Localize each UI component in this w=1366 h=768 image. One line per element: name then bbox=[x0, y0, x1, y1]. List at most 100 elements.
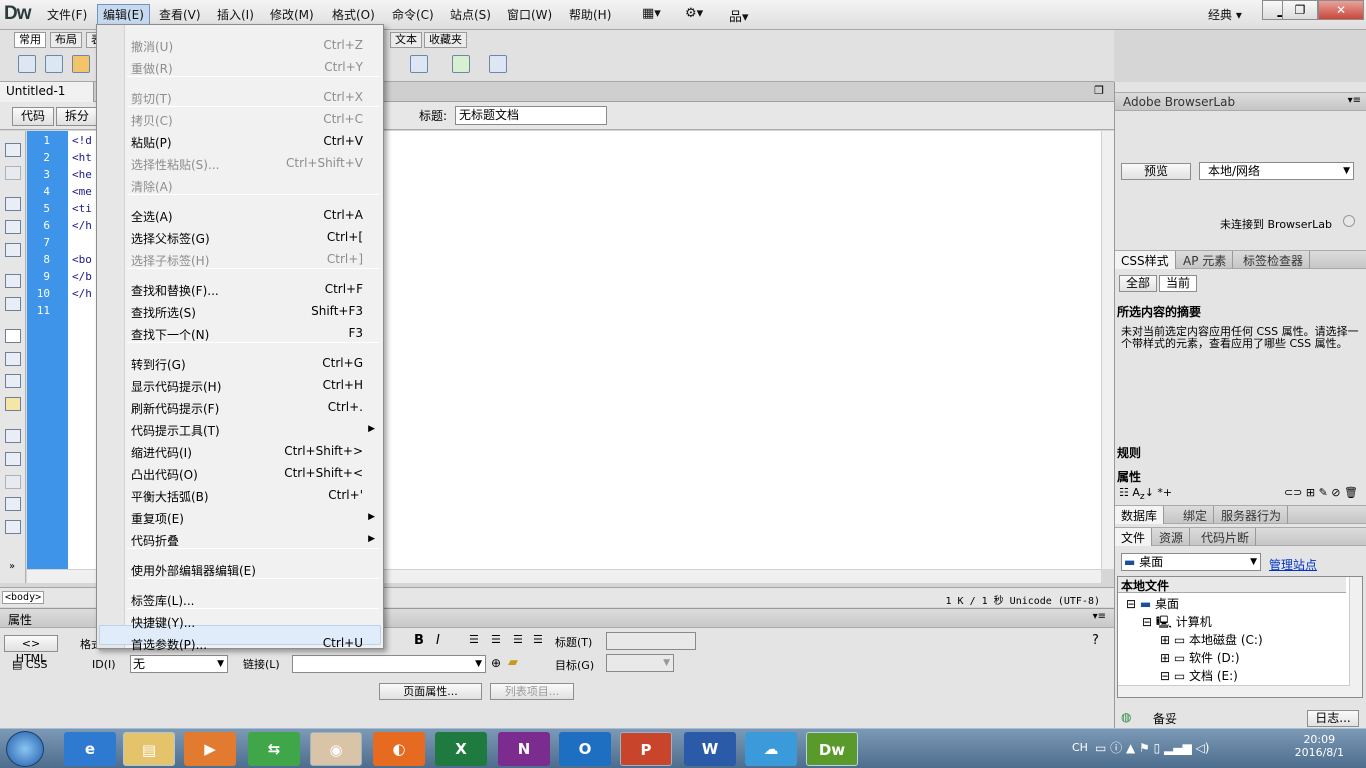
tray-icons[interactable]: ▭ ⓘ ▲ ⚑ ▯ ▂▄▆ ◁) bbox=[1095, 739, 1209, 756]
close-button[interactable]: ✕ bbox=[1318, 0, 1364, 20]
select-parent-tag-icon[interactable] bbox=[5, 274, 21, 288]
manage-sites-link[interactable]: 管理站点 bbox=[1269, 556, 1317, 573]
menu-view[interactable]: 查看(V) bbox=[159, 6, 201, 23]
edit-menu-item[interactable]: 拷贝(C) Ctrl+C bbox=[97, 110, 383, 130]
edit-menu-item[interactable]: 转到行(G) Ctrl+G bbox=[97, 354, 383, 374]
expand-all-icon[interactable] bbox=[5, 243, 21, 257]
taskbar-media-icon[interactable]: ▶ bbox=[184, 732, 236, 766]
list-items-button[interactable]: 列表项目... bbox=[490, 683, 574, 700]
syntax-error-alerts-icon[interactable] bbox=[5, 397, 21, 411]
word-wrap-icon[interactable] bbox=[5, 374, 21, 388]
line-numbers-icon[interactable] bbox=[5, 329, 21, 343]
insert-tab-favorites[interactable]: 收藏夹 bbox=[424, 32, 467, 48]
open-documents-icon[interactable] bbox=[5, 143, 21, 157]
edit-menu-item[interactable]: 选择父标签(G) Ctrl+[ bbox=[97, 228, 383, 248]
split-view-button[interactable]: 拆分 bbox=[56, 107, 99, 126]
template-icon[interactable] bbox=[410, 55, 428, 73]
log-button[interactable]: 日志... bbox=[1307, 710, 1359, 727]
layout-icon[interactable]: ▦▾ bbox=[642, 6, 661, 21]
panel-menu-icon[interactable]: ▾≡ bbox=[1093, 611, 1106, 622]
head-icon[interactable] bbox=[452, 55, 470, 73]
insert-tab-common[interactable]: 常用 bbox=[14, 32, 46, 48]
collapse-full-tag-icon[interactable] bbox=[5, 197, 21, 211]
edit-menu-item[interactable]: 代码提示工具(T) ▶ bbox=[97, 420, 383, 440]
start-button[interactable] bbox=[6, 731, 44, 767]
menu-modify[interactable]: 修改(M) bbox=[270, 6, 314, 23]
taskbar-sync-icon[interactable]: ⇆ bbox=[248, 732, 300, 766]
taskbar-baidu-icon[interactable]: ☁ bbox=[745, 732, 797, 766]
panel-menu-icon[interactable]: ▾≡ bbox=[1348, 95, 1361, 106]
title-input[interactable]: 无标题文档 bbox=[455, 106, 607, 125]
code-vertical-scrollbar[interactable] bbox=[1101, 131, 1114, 569]
tab-server-behaviors[interactable]: 服务器行为 bbox=[1215, 506, 1289, 524]
tab-tag-inspector[interactable]: 标签检查器 bbox=[1237, 251, 1311, 269]
edit-menu-item[interactable]: 粘贴(P) Ctrl+V bbox=[97, 132, 383, 152]
tree-item-desktop[interactable]: ⊟ ▬ 桌面 bbox=[1126, 595, 1179, 612]
hyperlink-icon[interactable] bbox=[18, 55, 36, 73]
menu-format[interactable]: 格式(O) bbox=[332, 6, 375, 23]
named-anchor-icon[interactable] bbox=[72, 55, 90, 73]
menu-window[interactable]: 窗口(W) bbox=[507, 6, 552, 23]
tag-selector-body[interactable]: <body> bbox=[2, 591, 45, 604]
taskbar-explorer-icon[interactable]: ▤ bbox=[123, 732, 175, 766]
title-attr-input[interactable] bbox=[606, 632, 696, 650]
script-icon[interactable] bbox=[489, 55, 507, 73]
italic-icon[interactable]: I bbox=[436, 633, 440, 648]
email-link-icon[interactable] bbox=[45, 55, 63, 73]
insert-tab-text[interactable]: 文本 bbox=[390, 32, 422, 48]
tab-assets[interactable]: 资源 bbox=[1153, 528, 1191, 546]
edit-menu-item[interactable]: 清除(A) bbox=[97, 176, 383, 196]
site-location-select[interactable]: ▬ 桌面 ▼ bbox=[1121, 553, 1261, 571]
unordered-list-icon[interactable]: ☰ bbox=[469, 633, 479, 646]
move-css-icon[interactable] bbox=[5, 520, 21, 534]
folder-icon[interactable]: ▰ bbox=[508, 655, 518, 670]
edit-menu-item[interactable]: 快捷键(Y)... bbox=[97, 612, 383, 632]
taskbar-ie-icon[interactable]: e bbox=[64, 732, 116, 766]
edit-menu-item[interactable]: 凸出代码(O) Ctrl+Shift+< bbox=[97, 464, 383, 484]
menu-site[interactable]: 站点(S) bbox=[450, 6, 491, 23]
css-all-button[interactable]: 全部 bbox=[1119, 275, 1157, 292]
more-tools-icon[interactable]: » bbox=[9, 561, 15, 572]
edit-menu-item[interactable]: 剪切(T) Ctrl+X bbox=[97, 88, 383, 108]
restore-icon[interactable]: ❐ bbox=[1094, 84, 1104, 97]
bold-icon[interactable]: B bbox=[414, 633, 424, 648]
css-mode-button[interactable]: ▤ CSS bbox=[12, 658, 48, 671]
taskbar-onenote-icon[interactable]: N bbox=[498, 732, 550, 766]
taskbar-powerpoint-icon[interactable]: P bbox=[620, 732, 672, 766]
highlight-invalid-code-icon[interactable] bbox=[5, 352, 21, 366]
site-icon[interactable]: 品▾ bbox=[729, 6, 749, 25]
wrap-tag-icon[interactable] bbox=[5, 475, 21, 489]
browserlab-mode-select[interactable]: 本地/网络 ▼ bbox=[1199, 162, 1354, 180]
system-clock[interactable]: 20:09 2016/8/1 bbox=[1295, 733, 1344, 759]
edit-menu-item[interactable]: 首选参数(P)... Ctrl+U bbox=[97, 634, 383, 654]
edit-menu-item[interactable]: 撤消(U) Ctrl+Z bbox=[97, 36, 383, 56]
edit-menu-item[interactable]: 代码折叠 ▶ bbox=[97, 530, 383, 550]
insert-tab-layout[interactable]: 布局 bbox=[50, 32, 82, 48]
edit-menu-item[interactable]: 重复项(E) ▶ bbox=[97, 508, 383, 528]
code-view-button[interactable]: 代码 bbox=[12, 107, 55, 126]
taskbar-firefox-icon[interactable]: ◐ bbox=[373, 732, 425, 766]
tree-item-drive-d[interactable]: ⊞ ▭ 软件 (D:) bbox=[1160, 649, 1240, 666]
edit-menu-item[interactable]: 使用外部编辑器编辑(E) bbox=[97, 560, 383, 580]
tab-css-styles[interactable]: CSS样式 bbox=[1115, 251, 1176, 269]
edit-menu-item[interactable]: 查找所选(S) Shift+F3 bbox=[97, 302, 383, 322]
edit-menu-item[interactable]: 查找和替换(F)... Ctrl+F bbox=[97, 280, 383, 300]
show-category-view-icon[interactable]: ☷ Az↓ *+ bbox=[1119, 486, 1172, 502]
taskbar-excel-icon[interactable]: X bbox=[435, 732, 487, 766]
edit-menu-item[interactable]: 显示代码提示(H) Ctrl+H bbox=[97, 376, 383, 396]
tab-bindings[interactable]: 绑定 bbox=[1177, 506, 1215, 524]
css-current-button[interactable]: 当前 bbox=[1159, 275, 1197, 292]
edit-menu-item[interactable]: 选择子标签(H) Ctrl+] bbox=[97, 250, 383, 270]
input-language[interactable]: CH bbox=[1072, 741, 1088, 754]
maximize-button[interactable]: ❐ bbox=[1282, 0, 1318, 20]
edit-menu-item[interactable]: 重做(R) Ctrl+Y bbox=[97, 58, 383, 78]
taskbar-dreamweaver-icon[interactable]: Dw bbox=[806, 732, 858, 766]
help-icon[interactable]: ? bbox=[1092, 633, 1099, 648]
edit-menu-item[interactable]: 缩进代码(I) Ctrl+Shift+> bbox=[97, 442, 383, 462]
id-select[interactable]: 无 ▼ bbox=[130, 655, 228, 673]
link-input[interactable]: ▼ bbox=[292, 655, 486, 673]
taskbar-chrome-icon[interactable]: ◉ bbox=[310, 732, 362, 766]
target-select[interactable]: ▼ bbox=[606, 654, 674, 672]
outdent-icon[interactable]: ☰ bbox=[513, 633, 523, 646]
page-properties-button[interactable]: 页面属性... bbox=[379, 683, 482, 700]
